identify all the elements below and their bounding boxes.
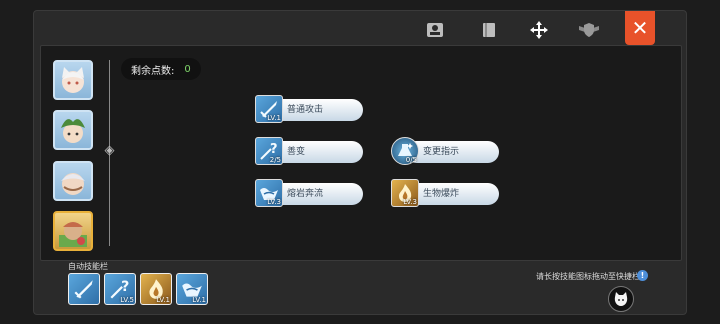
slot-level: LV.5: [120, 296, 134, 304]
skill-fickle[interactable]: 善变 ? 2/5: [255, 137, 365, 165]
skill-bio-explosion[interactable]: 生物爆炸 LV.3: [391, 179, 501, 207]
close-icon: ✕: [631, 16, 649, 40]
skill-level: LV.1: [267, 114, 281, 122]
auto-skill-slot-2[interactable]: ? LV.5: [104, 273, 136, 305]
skill-icon-button[interactable]: LV.3: [391, 179, 419, 207]
remaining-points: 剩余点数: 0: [121, 58, 201, 80]
party-portrait-3[interactable]: [53, 161, 93, 201]
party-portrait-2[interactable]: [53, 110, 93, 150]
slot-level: LV.1: [192, 296, 206, 304]
drag-hint-text: 请长按技能图标拖动至快捷栏: [536, 272, 640, 281]
top-tab-bar: ✕: [34, 11, 688, 51]
party-portrait-4[interactable]: [53, 211, 93, 251]
character-avatar-icon: [62, 67, 84, 93]
skill-change-directive[interactable]: 变更指示 0/5: [391, 137, 501, 165]
divider-ornament-icon: ◈: [104, 143, 115, 158]
skill-label: 生物爆炸: [405, 183, 499, 205]
shield-wings-icon: [579, 23, 599, 37]
white-cat-icon: [614, 292, 628, 306]
skill-icon-button[interactable]: LV.1: [255, 95, 283, 123]
info-icon[interactable]: !: [637, 270, 648, 281]
remaining-points-label: 剩余点数:: [131, 65, 175, 77]
character-avatar-icon: [59, 222, 87, 247]
character-avatar-icon: [61, 119, 85, 143]
skill-level: 2/5: [269, 156, 281, 164]
skill-label: 普通攻击: [269, 99, 363, 121]
skill-normal-attack[interactable]: 普通攻击 LV.1: [255, 95, 365, 123]
svg-text:?: ?: [121, 279, 129, 295]
tab-book[interactable]: [474, 17, 504, 43]
pet-avatar-button[interactable]: [608, 286, 634, 312]
sword-icon: [74, 280, 93, 299]
skill-label: 熔岩奔流: [269, 183, 363, 205]
svg-text:?: ?: [270, 142, 278, 157]
close-button[interactable]: ✕: [625, 11, 655, 51]
skill-label: 变更指示: [405, 141, 499, 163]
skill-lava-flow[interactable]: 熔岩奔流 LV.3: [255, 179, 365, 207]
skill-panel: ◈ 剩余点数: 0 普通攻击 LV.1 善变 ? 2/5 变更指示 0/5 熔岩…: [40, 45, 682, 261]
skill-level: LV.3: [267, 198, 281, 206]
skill-level: LV.3: [403, 198, 417, 206]
remaining-points-value: 0: [184, 63, 191, 75]
skill-window: ✕ ◈ 剩余点数: 0 普通攻击 LV.1 善变 ? 2/5 变更指示 0/5 …: [33, 10, 687, 315]
auto-skill-slot-4[interactable]: LV.1: [176, 273, 208, 305]
character-avatar-icon: [61, 173, 85, 195]
move-arrows-icon: [530, 21, 548, 39]
auto-skill-bar-label: 自动技能栏: [68, 262, 108, 271]
skill-icon-button[interactable]: LV.3: [255, 179, 283, 207]
skill-level: 0/5: [405, 156, 417, 164]
skill-icon-button[interactable]: 0/5: [391, 137, 419, 165]
tab-skills[interactable]: [518, 17, 560, 49]
skill-icon-button[interactable]: ? 2/5: [255, 137, 283, 165]
tab-guild[interactable]: [574, 17, 604, 43]
profile-card-icon: [427, 23, 443, 37]
skill-label: 善变: [269, 141, 363, 163]
auto-skill-slot-1[interactable]: [68, 273, 100, 305]
party-portrait-1[interactable]: [53, 60, 93, 100]
tab-profile[interactable]: [420, 17, 450, 43]
auto-skill-slot-3[interactable]: LV.1: [140, 273, 172, 305]
book-icon: [483, 23, 495, 37]
slot-level: LV.1: [156, 296, 170, 304]
